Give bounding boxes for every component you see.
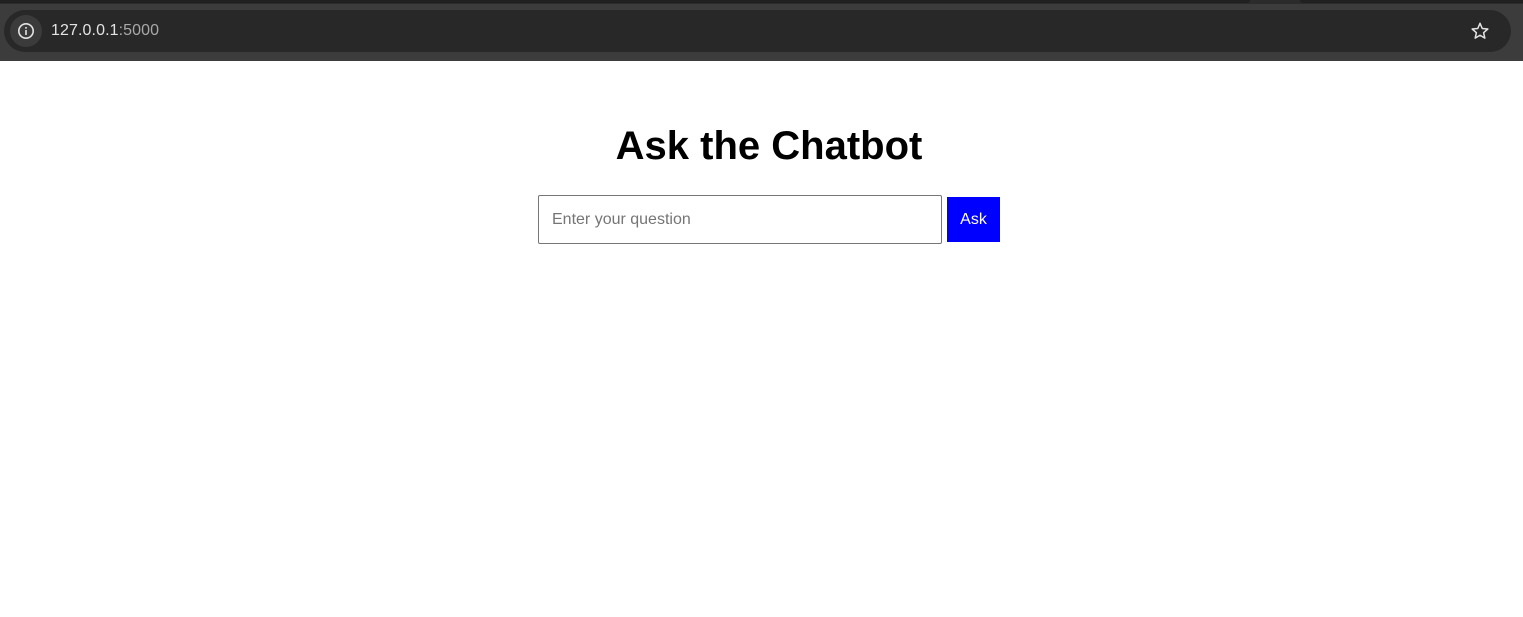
address-bar[interactable]: 127.0.0.1:5000 <box>4 10 1511 52</box>
question-input[interactable] <box>538 195 942 244</box>
browser-toolbar: 127.0.0.1:5000 <box>0 0 1523 61</box>
site-info-button[interactable] <box>10 15 42 47</box>
url-host: 127.0.0.1 <box>51 22 119 39</box>
info-icon <box>18 23 34 39</box>
tab-strip-edge <box>1300 0 1523 3</box>
url-port: :5000 <box>118 22 160 39</box>
page-content: Ask the Chatbot Ask <box>0 61 1523 617</box>
tab-strip-edge <box>0 0 1250 3</box>
ask-button[interactable]: Ask <box>947 197 1000 242</box>
page-title: Ask the Chatbot <box>615 124 923 168</box>
star-outline-icon <box>1471 22 1489 39</box>
tab-strip <box>0 0 1523 4</box>
bookmark-button[interactable] <box>1468 19 1492 43</box>
url-text[interactable]: 127.0.0.1:5000 <box>51 21 159 41</box>
